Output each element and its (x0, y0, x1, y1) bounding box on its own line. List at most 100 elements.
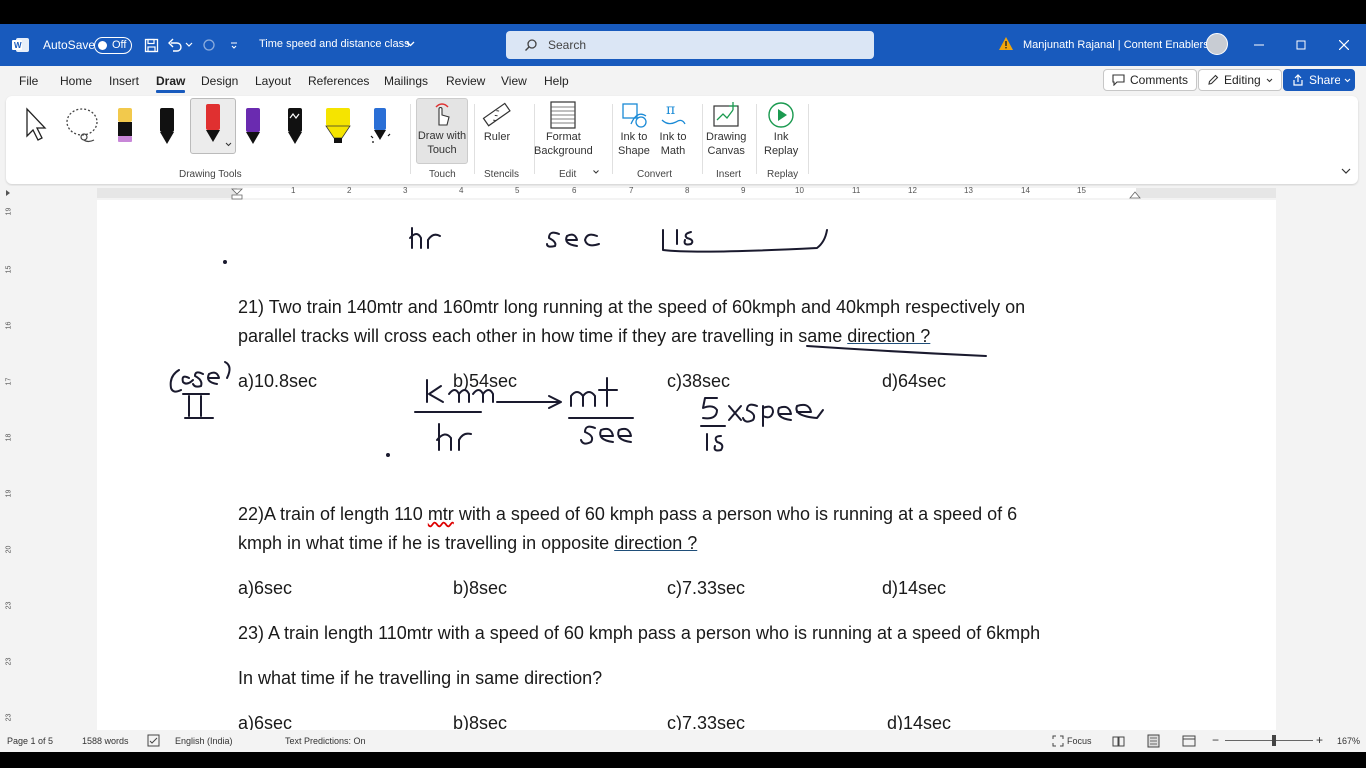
zoom-out-icon[interactable]: − (1212, 733, 1219, 747)
autosave-toggle[interactable]: Off (94, 37, 132, 54)
tab-mailings[interactable]: Mailings (384, 74, 428, 88)
share-dropdown-button[interactable] (1340, 69, 1355, 91)
ink-replay-button[interactable]: Ink Replay (764, 100, 798, 160)
ink-replay-label-2: Replay (764, 145, 799, 157)
tab-view[interactable]: View (501, 74, 527, 88)
ink-underline (806, 345, 987, 357)
vruler-number: 16 (5, 321, 13, 330)
zoom-slider-thumb[interactable] (1272, 735, 1276, 746)
zoom-level[interactable]: 167% (1337, 736, 1360, 746)
pen-1[interactable] (114, 106, 136, 166)
ink-to-math-label-1: Ink to (659, 131, 687, 143)
redo-icon (200, 36, 218, 54)
pen-5[interactable] (284, 106, 306, 166)
ink-to-shape-label-1: Ink to (620, 131, 648, 143)
undo-dropdown-icon[interactable] (183, 36, 195, 54)
draw-with-touch-button[interactable]: Draw with Touch (416, 98, 468, 164)
save-icon[interactable] (142, 36, 160, 54)
ruler-label: Ruler (483, 131, 511, 143)
focus-icon[interactable] (1052, 735, 1064, 747)
web-layout-icon[interactable] (1182, 735, 1196, 747)
pen-icon (246, 108, 260, 144)
tab-review[interactable]: Review (446, 74, 485, 88)
comments-button[interactable]: Comments (1103, 69, 1198, 91)
print-layout-icon[interactable] (1147, 734, 1160, 748)
zoom-in-icon[interactable]: + (1316, 733, 1323, 747)
avatar[interactable] (1206, 33, 1228, 55)
ink-annotations (169, 227, 987, 457)
title-bar: W AutoSave Off Time speed and distance c… (0, 24, 1366, 66)
separator (410, 104, 411, 174)
ruler-number: 8 (685, 186, 690, 195)
undo-icon[interactable] (166, 36, 184, 54)
separator (808, 104, 809, 174)
ruler-number: 2 (347, 186, 352, 195)
ink-to-shape-button[interactable]: Ink to Shape (618, 100, 650, 160)
chevron-down-icon[interactable] (225, 142, 232, 147)
language[interactable]: English (India) (175, 736, 233, 746)
tab-home[interactable]: Home (60, 74, 92, 88)
tab-layout[interactable]: Layout (255, 74, 291, 88)
read-mode-icon[interactable] (1112, 735, 1125, 747)
pen-icon (288, 108, 302, 144)
document-title[interactable]: Time speed and distance class (259, 38, 410, 50)
document-page[interactable]: 21) Two train 140mtr and 160mtr long run… (97, 200, 1276, 730)
highlighter-yellow[interactable] (324, 106, 352, 166)
tab-insert[interactable]: Insert (109, 74, 139, 88)
format-background-label-2: Background (534, 145, 593, 157)
drawing-canvas-button[interactable]: Drawing Canvas (706, 100, 746, 160)
format-background-button[interactable]: Format Background (534, 100, 593, 160)
glitter-pen[interactable] (368, 106, 392, 166)
svg-text:W: W (14, 41, 22, 50)
close-icon[interactable] (1334, 35, 1354, 55)
drawing-canvas-label-2: Canvas (707, 145, 745, 157)
pen-4[interactable] (242, 106, 264, 166)
touch-hand-icon (435, 103, 450, 126)
collapse-ribbon-icon[interactable] (1341, 168, 1351, 174)
ink-dot (386, 453, 390, 457)
indent-marker-icon[interactable] (231, 188, 243, 200)
pen-3-selected[interactable] (190, 98, 236, 154)
select-tool[interactable] (22, 106, 50, 166)
word-window: W AutoSave Off Time speed and distance c… (0, 24, 1366, 752)
vruler-number: 23 (5, 601, 13, 610)
tab-draw[interactable]: Draw (156, 74, 186, 93)
ink-replay-icon (768, 102, 794, 128)
tab-design[interactable]: Design (201, 74, 238, 88)
customize-toolbar-icon[interactable] (225, 36, 243, 54)
zoom-slider-track[interactable] (1225, 740, 1313, 741)
ink-to-math-label-2: Math (660, 145, 686, 157)
proofing-icon[interactable] (147, 734, 160, 747)
ruler-number: 10 (795, 186, 804, 195)
ink-to-math-button[interactable]: π Ink to Math (658, 100, 688, 160)
word-count[interactable]: 1588 words (82, 736, 129, 746)
editing-button[interactable]: Editing (1198, 69, 1282, 91)
search-box[interactable]: Search (506, 31, 874, 59)
word-logo-icon[interactable]: W (12, 37, 30, 53)
tab-help[interactable]: Help (544, 74, 569, 88)
right-indent-marker-icon[interactable] (1129, 190, 1141, 199)
search-icon (525, 39, 537, 51)
warning-icon[interactable] (998, 36, 1014, 51)
ruler-number: 15 (1077, 186, 1086, 195)
vruler-number: 23 (5, 657, 13, 666)
restore-icon[interactable] (1291, 35, 1311, 55)
user-name[interactable]: Manjunath Rajanal | Content Enablers (1023, 39, 1209, 51)
vruler-number: 20 (5, 545, 13, 554)
ruler-number: 5 (515, 186, 520, 195)
title-chevron-down-icon[interactable] (406, 41, 415, 47)
chevron-down-icon[interactable] (593, 170, 599, 174)
lasso-select-tool[interactable] (64, 106, 100, 166)
tab-references[interactable]: References (308, 74, 369, 88)
minimize-icon[interactable] (1249, 35, 1269, 55)
document-area: 19 15 16 17 18 19 20 23 23 23 21) Two tr… (0, 200, 1366, 730)
focus-label[interactable]: Focus (1067, 736, 1092, 746)
text-predictions[interactable]: Text Predictions: On (285, 736, 366, 746)
pen-2[interactable] (156, 106, 178, 166)
pencil-icon (1208, 74, 1219, 85)
pen-icon (370, 108, 391, 143)
ruler-button[interactable]: Ruler (482, 100, 512, 160)
search-placeholder: Search (548, 38, 587, 52)
tab-file[interactable]: File (19, 74, 38, 88)
page-count[interactable]: Page 1 of 5 (7, 736, 53, 746)
